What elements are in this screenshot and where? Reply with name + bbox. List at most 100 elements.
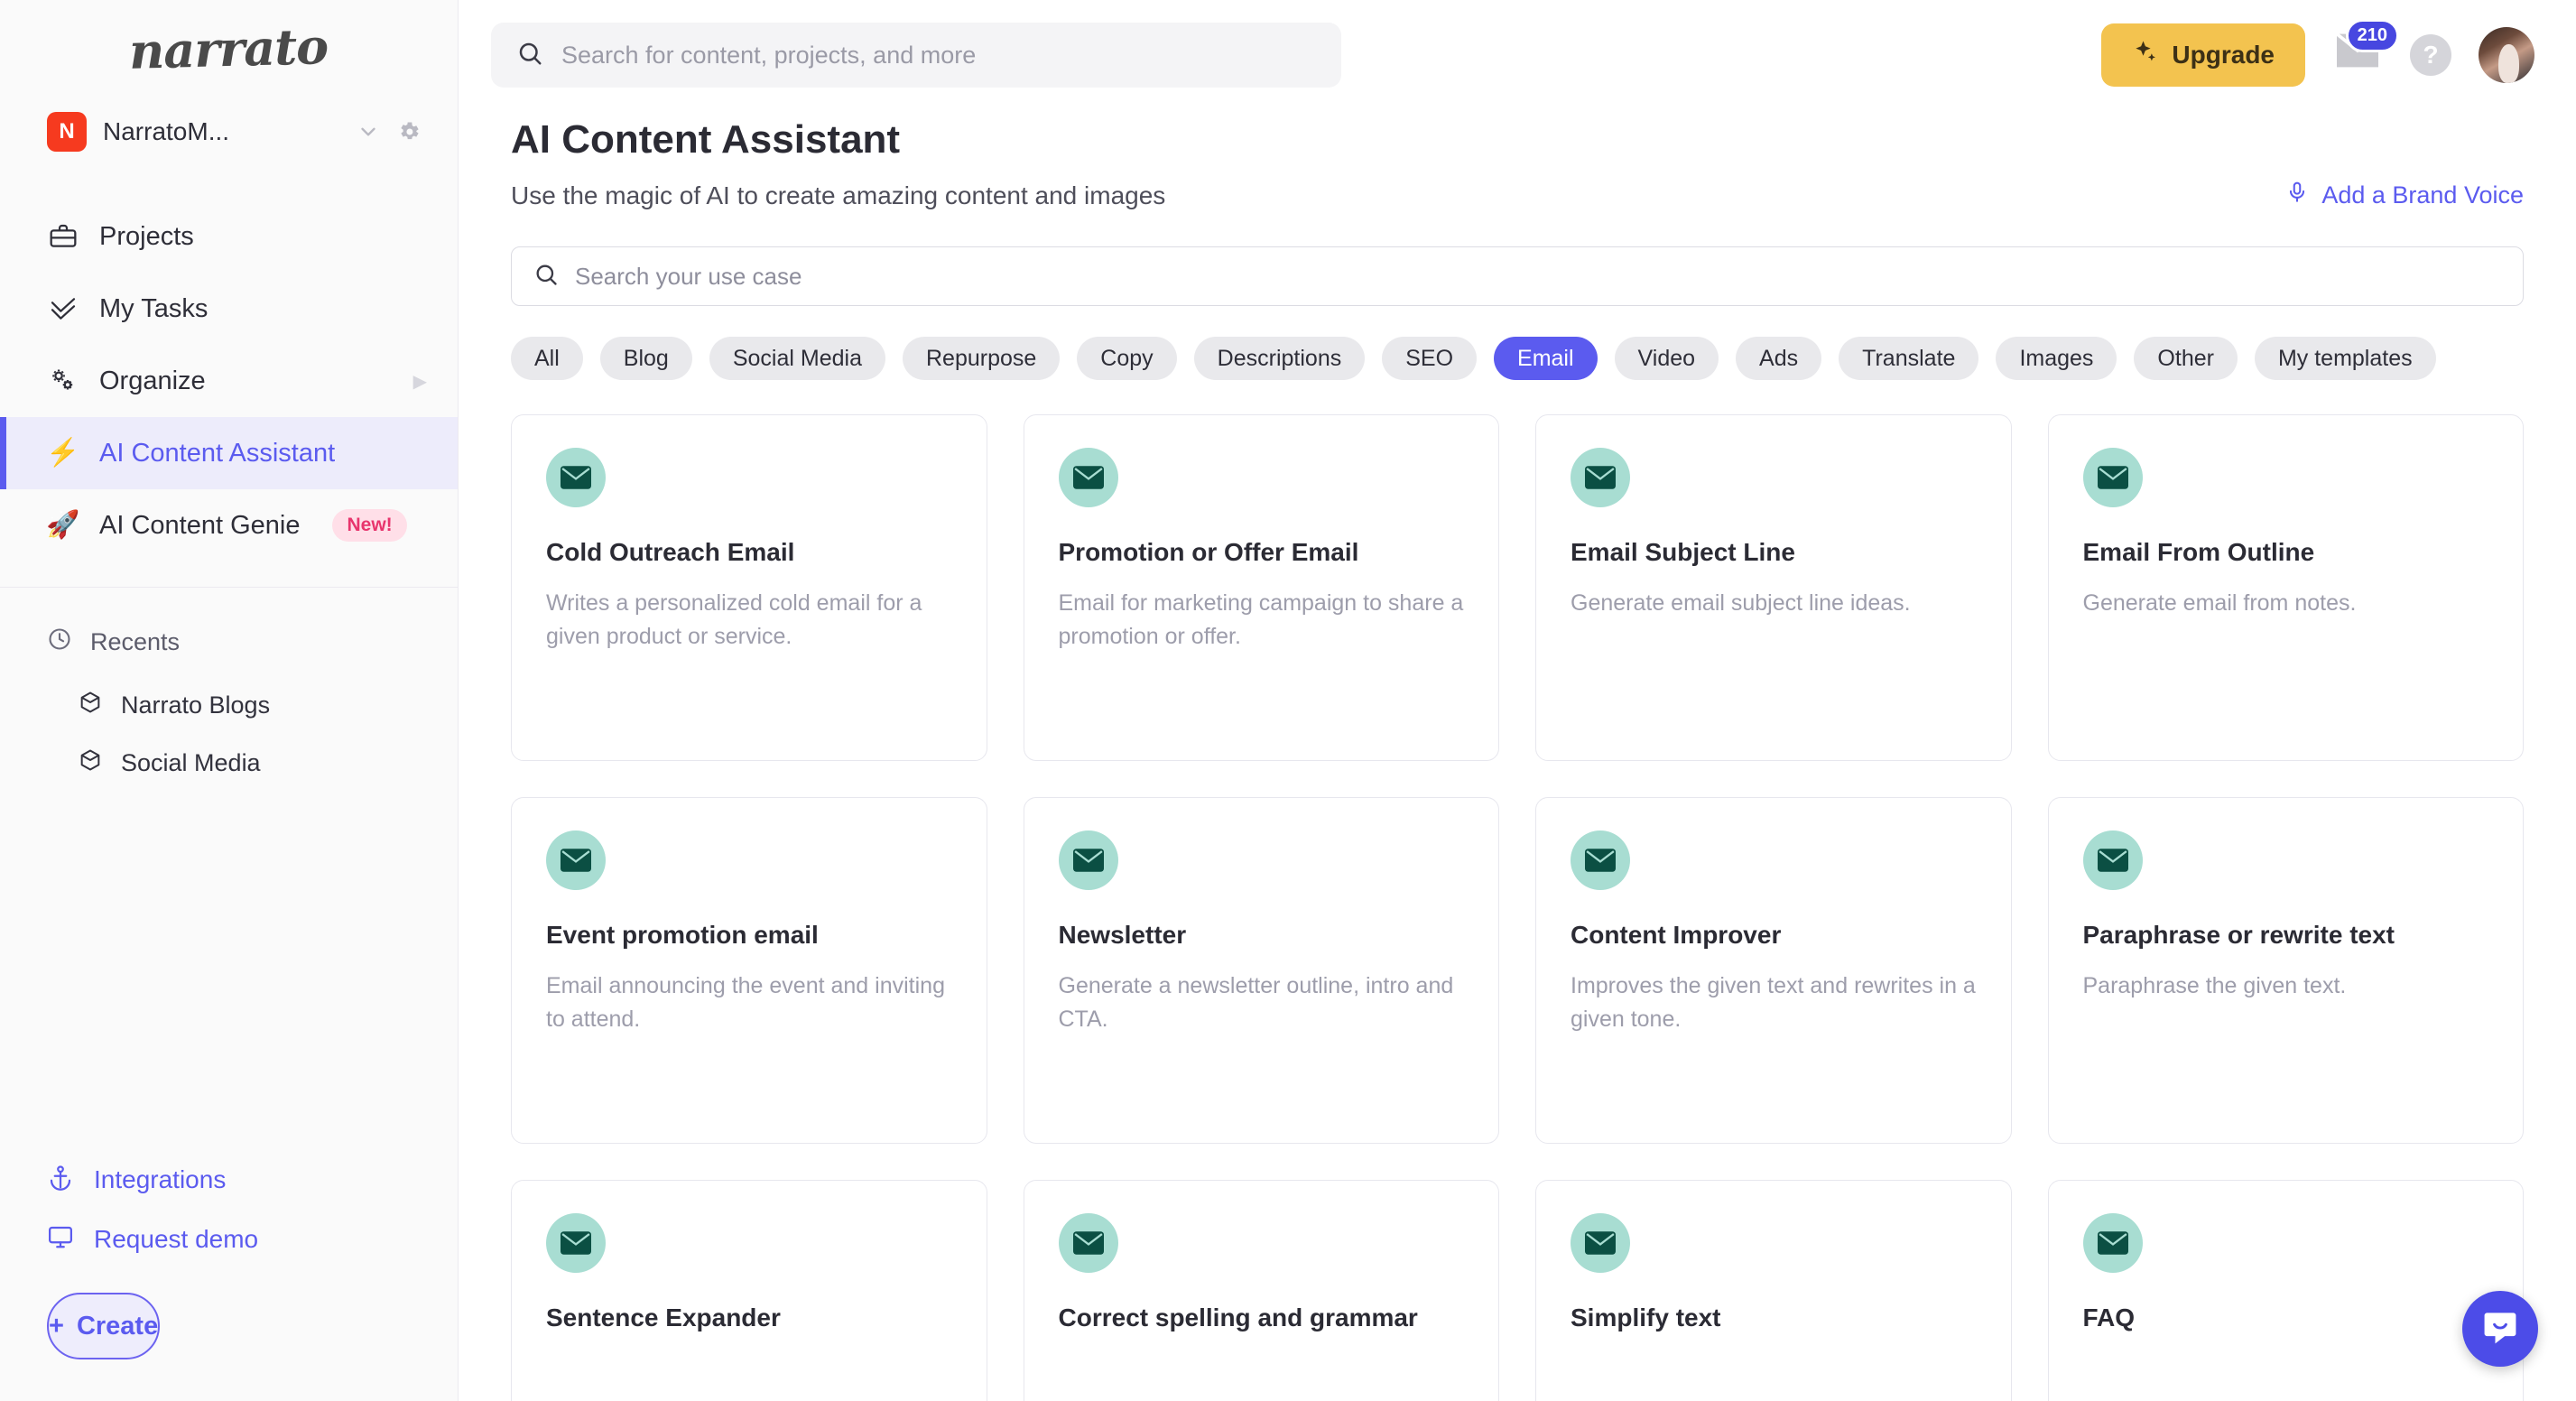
brand-logo-text: narrato [128, 17, 329, 80]
template-card[interactable]: Email Subject Line Generate email subjec… [1535, 414, 2012, 761]
add-brand-voice-button[interactable]: Add a Brand Voice [2285, 181, 2524, 210]
envelope-icon [2332, 32, 2383, 75]
monitor-icon [47, 1223, 74, 1257]
template-card-title: Cold Outreach Email [546, 538, 795, 566]
recent-item-social-media[interactable]: Social Media [0, 734, 458, 792]
usecase-search[interactable] [511, 246, 2524, 306]
envelope-icon [1058, 1213, 1118, 1273]
sidebar-item-label: AI Content Genie [99, 510, 301, 540]
user-avatar[interactable] [2479, 27, 2534, 83]
envelope-icon [546, 1213, 606, 1273]
template-card-desc: Paraphrase the given text. [2082, 973, 2347, 998]
inbox-unread-count: 210 [2345, 19, 2399, 52]
sidebar-item-organize[interactable]: Organize ▶ [0, 345, 458, 417]
category-filters: All Blog Social Media Repurpose Copy Des… [459, 306, 2576, 380]
app-root: narrato N NarratoM... Projects My Tasks … [0, 0, 2576, 1401]
create-button-label: Create [76, 1311, 159, 1341]
help-glyph: ? [2423, 41, 2439, 69]
help-icon[interactable]: ? [2410, 34, 2451, 76]
workspace-switcher[interactable]: N NarratoM... [0, 97, 458, 166]
template-card-title: Paraphrase or rewrite text [2082, 921, 2395, 949]
plus-icon: + [49, 1311, 64, 1341]
sidebar-item-ai-content-assistant[interactable]: ⚡ AI Content Assistant [0, 417, 458, 489]
integrations-link[interactable]: Integrations [0, 1150, 458, 1210]
sidebar-item-my-tasks[interactable]: My Tasks [0, 273, 458, 345]
workspace-name: NarratoM... [103, 117, 230, 145]
sidebar-item-projects[interactable]: Projects [0, 200, 458, 273]
page-subtitle-row: Use the magic of AI to create amazing co… [511, 181, 2524, 210]
template-card-title: Email From Outline [2082, 538, 2315, 566]
intercom-chat-button[interactable] [2462, 1291, 2538, 1367]
inbox-button[interactable]: 210 [2332, 19, 2399, 80]
upgrade-button-label: Upgrade [2172, 41, 2275, 69]
sidebar-item-label: Organize [99, 366, 206, 395]
template-card-title: Correct spelling and grammar [1058, 1304, 1418, 1331]
rocket-icon: 🚀 [46, 510, 80, 540]
sidebar-item-ai-content-genie[interactable]: 🚀 AI Content Genie New! [0, 489, 458, 561]
sidebar-item-label: Projects [99, 221, 194, 251]
filter-pill-my-templates[interactable]: My templates [2254, 337, 2436, 380]
chevron-down-icon[interactable] [357, 120, 380, 144]
filter-pill-video[interactable]: Video [1614, 337, 1719, 380]
filter-pill-copy[interactable]: Copy [1077, 337, 1177, 380]
recent-item-narrato-blogs[interactable]: Narrato Blogs [0, 676, 458, 734]
template-card[interactable]: Newsletter Generate a newsletter outline… [1023, 797, 1499, 1144]
upgrade-button[interactable]: Upgrade [2101, 23, 2305, 87]
topbar: Upgrade 210 ? [459, 0, 2576, 110]
filter-pill-social-media[interactable]: Social Media [709, 337, 885, 380]
template-card[interactable]: Cold Outreach Email Writes a personalize… [511, 414, 987, 761]
anchor-icon [47, 1164, 74, 1197]
filter-pill-repurpose[interactable]: Repurpose [902, 337, 1061, 380]
create-button[interactable]: + Create [47, 1293, 161, 1359]
recents-header: Recents [0, 608, 458, 676]
chat-bubble-icon [2480, 1307, 2520, 1351]
filter-pill-blog[interactable]: Blog [599, 337, 692, 380]
template-card-title: Sentence Expander [546, 1304, 781, 1331]
envelope-icon [2082, 830, 2143, 890]
search-icon [516, 40, 543, 71]
gear-icon[interactable] [396, 119, 422, 144]
chevron-right-icon[interactable]: ▶ [413, 370, 427, 393]
usecase-search-input[interactable] [575, 262, 2501, 291]
request-demo-label: Request demo [94, 1225, 259, 1253]
sidebar-item-label: AI Content Assistant [99, 438, 336, 468]
envelope-icon [1571, 830, 1630, 890]
template-card[interactable]: Paraphrase or rewrite text Paraphrase th… [2047, 797, 2524, 1144]
global-search-input[interactable] [561, 41, 1316, 70]
filter-pill-translate[interactable]: Translate [1839, 337, 1979, 380]
request-demo-link[interactable]: Request demo [0, 1210, 458, 1269]
briefcase-icon [47, 222, 79, 251]
topbar-actions: Upgrade 210 ? [2101, 19, 2534, 87]
template-card[interactable]: Simplify text [1535, 1180, 2012, 1401]
template-card[interactable]: Sentence Expander [511, 1180, 987, 1401]
sidebar-footer: Integrations Request demo + Create [0, 1150, 458, 1401]
microphone-icon [2285, 181, 2309, 210]
template-card[interactable]: Correct spelling and grammar [1023, 1180, 1499, 1401]
template-card[interactable]: Event promotion email Email announcing t… [511, 797, 987, 1144]
add-brand-voice-label: Add a Brand Voice [2321, 181, 2524, 209]
brand-logo[interactable]: narrato [0, 0, 458, 97]
envelope-icon [1058, 448, 1118, 507]
filter-pill-all[interactable]: All [511, 337, 583, 380]
integrations-label: Integrations [94, 1165, 227, 1193]
global-search[interactable] [491, 23, 1341, 88]
page-header: AI Content Assistant Use the magic of AI… [459, 117, 2576, 210]
template-card-desc: Writes a personalized cold email for a g… [546, 590, 922, 649]
envelope-icon [2082, 448, 2143, 507]
template-card-desc: Email announcing the event and inviting … [546, 973, 945, 1032]
template-card[interactable]: Content Improver Improves the given text… [1535, 797, 2012, 1144]
filter-pill-ads[interactable]: Ads [1736, 337, 1822, 380]
template-card-desc: Generate email from notes. [2082, 590, 2357, 616]
filter-pill-descriptions[interactable]: Descriptions [1193, 337, 1366, 380]
filter-pill-email[interactable]: Email [1494, 337, 1598, 380]
page-subtitle: Use the magic of AI to create amazing co… [511, 181, 1166, 209]
template-card[interactable]: FAQ [2047, 1180, 2524, 1401]
cube-icon [78, 747, 103, 779]
filter-pill-images[interactable]: Images [1996, 337, 2117, 380]
template-card[interactable]: Email From Outline Generate email from n… [2047, 414, 2524, 761]
filter-pill-seo[interactable]: SEO [1382, 337, 1478, 380]
filter-pill-other[interactable]: Other [2134, 337, 2238, 380]
workspace-avatar: N [47, 112, 87, 152]
gears-icon [47, 366, 79, 396]
template-card[interactable]: Promotion or Offer Email Email for marke… [1023, 414, 1499, 761]
